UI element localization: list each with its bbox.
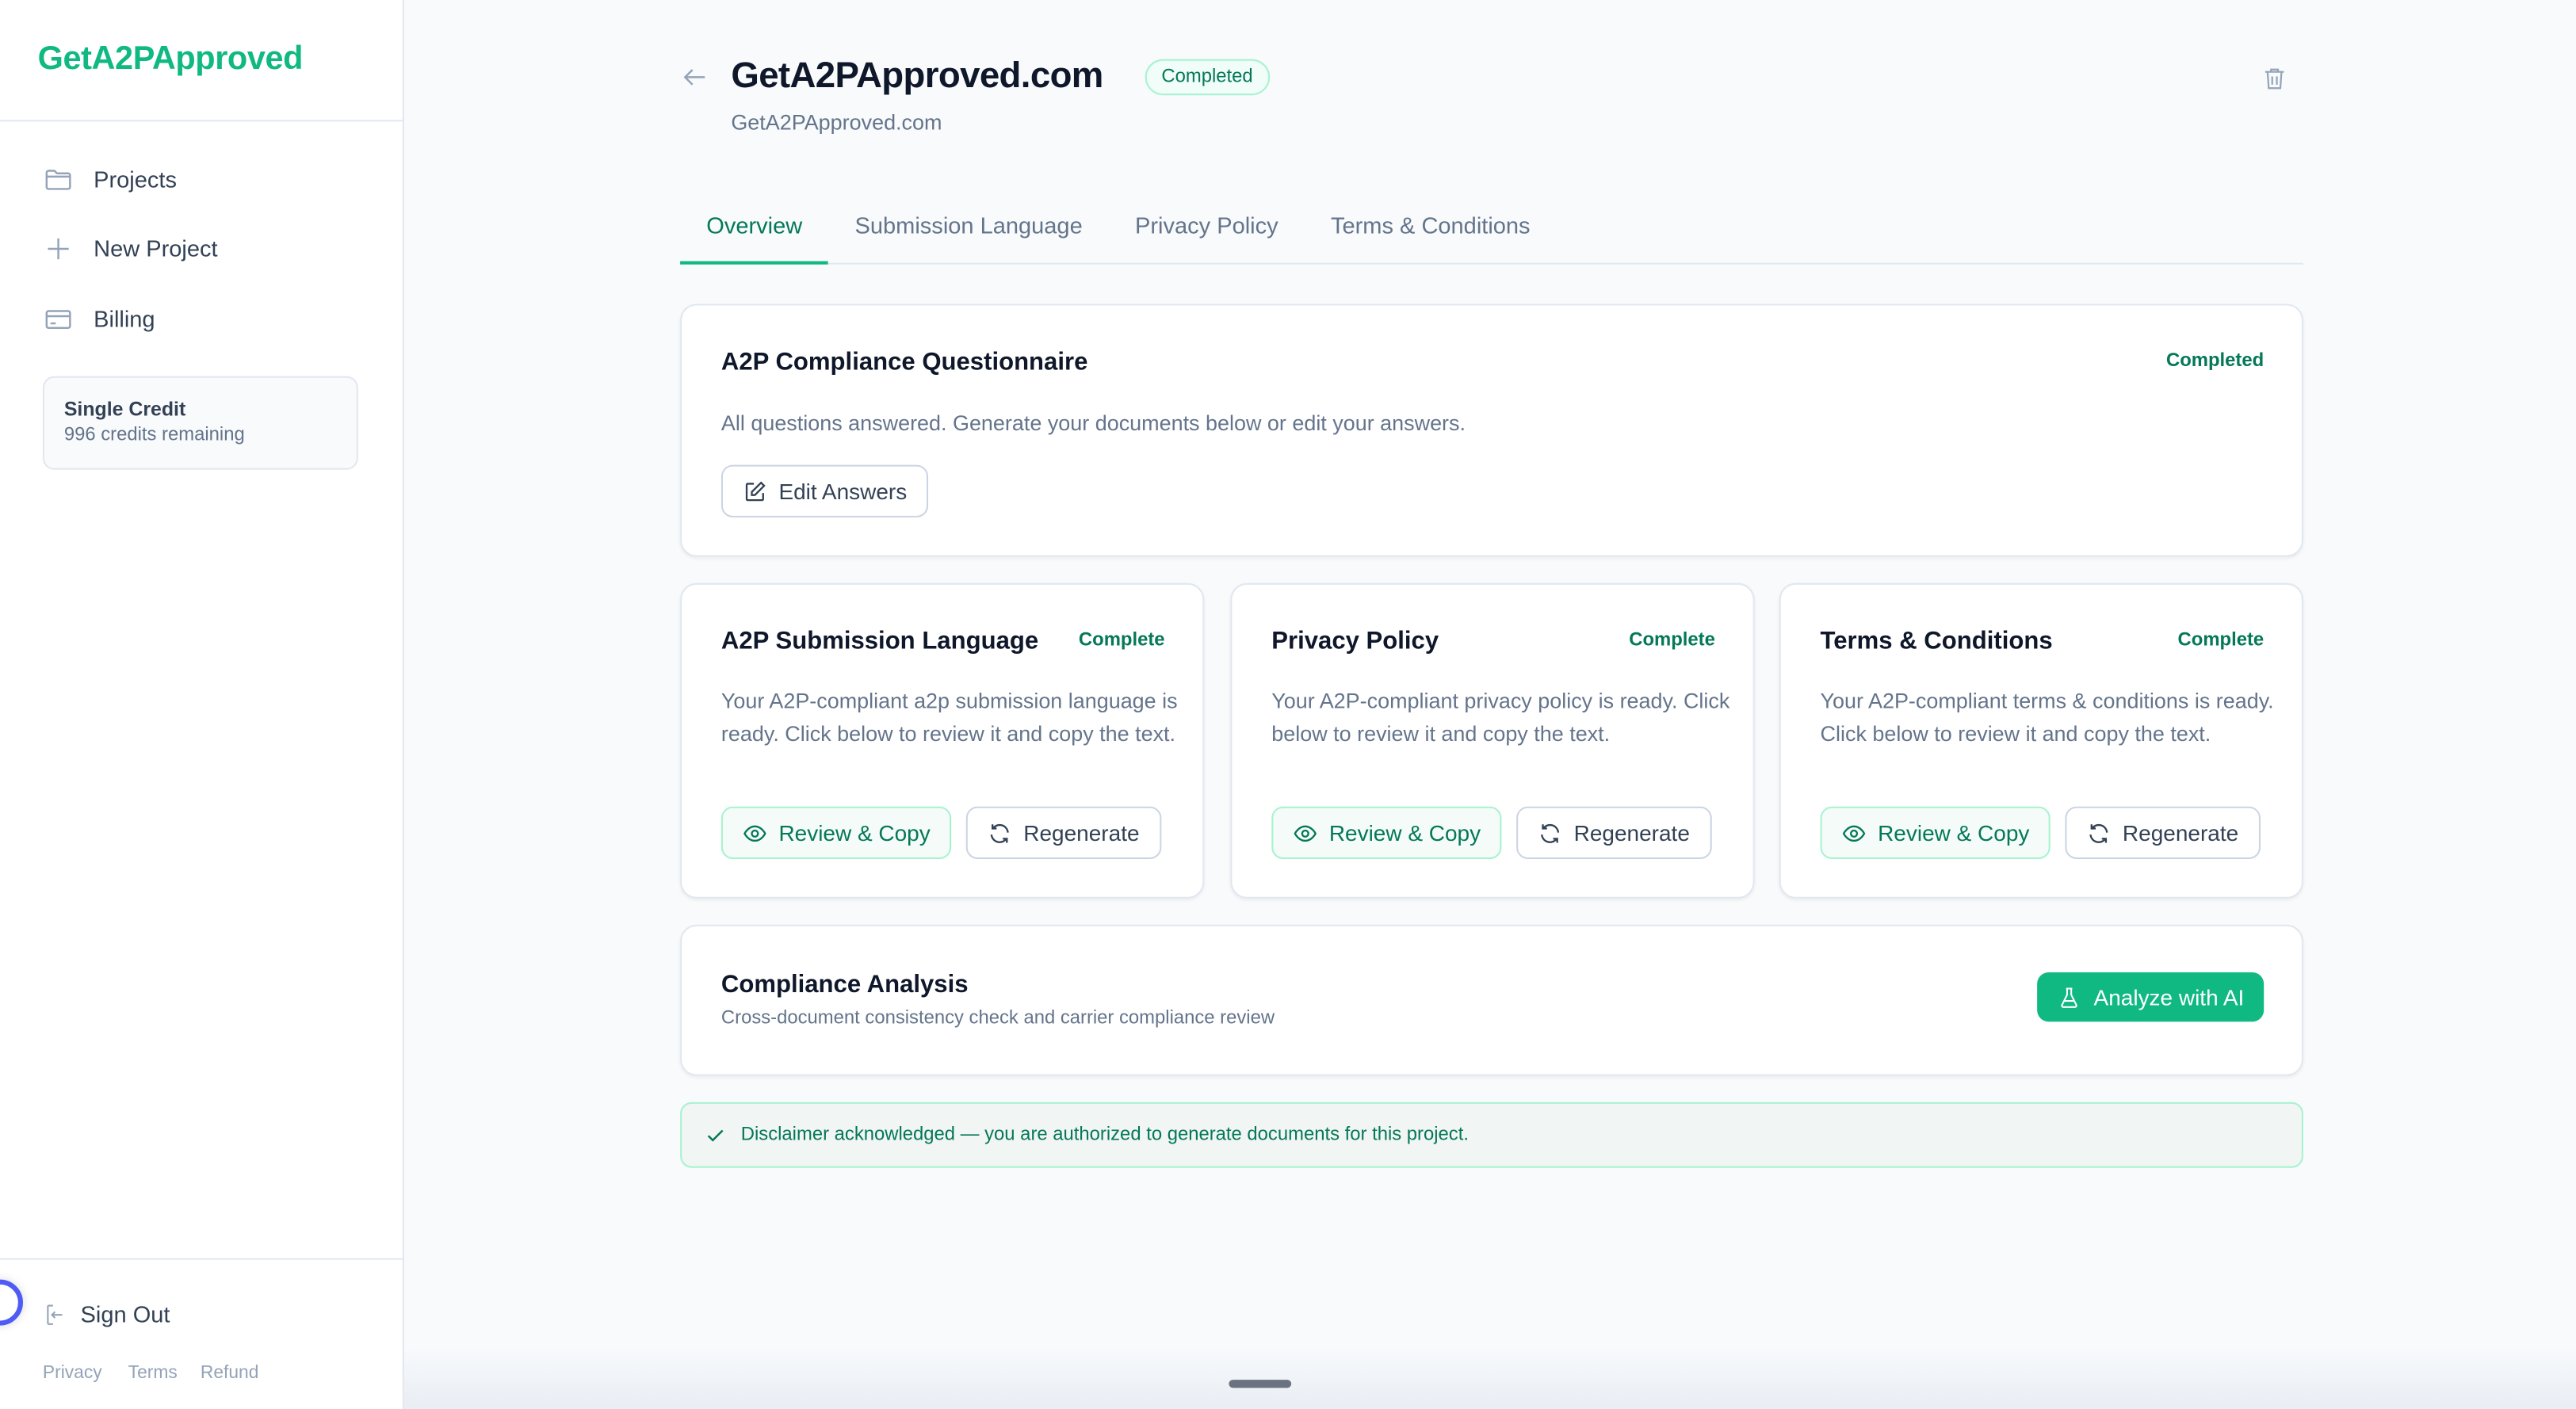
questionnaire-card: A2P Compliance Questionnaire Completed A…: [680, 304, 2303, 556]
tab-overview[interactable]: Overview: [680, 200, 828, 265]
sidebar-item-label: Billing: [94, 306, 155, 332]
regenerate-button[interactable]: Regenerate: [2065, 807, 2260, 859]
disclaimer-banner: Disclaimer acknowledged — you are author…: [680, 1102, 2303, 1168]
refresh-icon: [1538, 820, 1562, 845]
refresh-icon: [2086, 820, 2111, 845]
card-status: Complete: [1629, 631, 1715, 651]
document-card: Privacy Policy Complete Your A2P-complia…: [1230, 583, 1754, 899]
drag-handle[interactable]: [1229, 1380, 1291, 1388]
review-copy-button[interactable]: Review & Copy: [1271, 807, 1502, 859]
credits-remaining: 996 credits remaining: [64, 426, 357, 445]
regenerate-button[interactable]: Regenerate: [1516, 807, 1711, 859]
tab-submission-language[interactable]: Submission Language: [828, 200, 1108, 263]
button-label: Edit Answers: [778, 479, 907, 503]
edit-answers-button[interactable]: Edit Answers: [721, 465, 928, 517]
eye-icon: [1841, 820, 1866, 845]
button-label: Regenerate: [2123, 820, 2238, 845]
card-status: Complete: [1079, 631, 1165, 651]
document-card: Terms & Conditions Complete Your A2P-com…: [1779, 583, 2303, 899]
brand-logo[interactable]: GetA2PApproved: [38, 41, 303, 79]
refresh-icon: [988, 820, 1012, 845]
bottom-fade: [404, 1347, 2576, 1409]
flask-icon: [2058, 985, 2082, 1010]
analyze-with-ai-button[interactable]: Analyze with AI: [2038, 972, 2264, 1021]
credit-balance-card: Single Credit 996 credits remaining: [43, 376, 358, 470]
trash-icon[interactable]: [2261, 64, 2288, 94]
button-label: Regenerate: [1574, 820, 1690, 845]
tab-privacy-policy[interactable]: Privacy Policy: [1109, 200, 1305, 263]
tab-terms-conditions[interactable]: Terms & Conditions: [1305, 200, 1557, 263]
card-status: Complete: [2178, 631, 2265, 651]
compliance-analysis-card: Compliance Analysis Cross-document consi…: [680, 925, 2303, 1076]
sign-out-button[interactable]: Sign Out: [43, 1289, 355, 1338]
sidebar-item-label: Projects: [94, 166, 177, 192]
sidebar-item-new-project[interactable]: New Project: [43, 223, 355, 273]
button-label: Review & Copy: [1878, 820, 2029, 845]
footer-link-privacy[interactable]: Privacy: [43, 1363, 102, 1383]
document-card: A2P Submission Language Complete Your A2…: [680, 583, 1204, 899]
card-text: Your A2P-compliant terms & conditions is…: [1821, 685, 2280, 749]
footer-link-terms[interactable]: Terms: [128, 1363, 178, 1383]
check-icon: [705, 1125, 726, 1146]
edit-icon: [743, 479, 767, 503]
footer-link-refund[interactable]: Refund: [201, 1363, 259, 1383]
credit-card-icon: [43, 303, 74, 334]
card-text: Cross-document consistency check and car…: [721, 1009, 1275, 1029]
sign-out-label: Sign Out: [81, 1301, 170, 1327]
card-status: Completed: [2166, 352, 2264, 372]
sidebar-item-label: New Project: [94, 235, 217, 261]
eye-icon: [743, 820, 767, 845]
disclaimer-text: Disclaimer acknowledged — you are author…: [741, 1125, 1469, 1145]
sign-out-icon: [43, 1302, 67, 1327]
sidebar-item-billing[interactable]: Billing: [43, 294, 355, 343]
folder-icon: [43, 163, 74, 194]
divider: [0, 120, 403, 121]
sidebar-item-projects[interactable]: Projects: [43, 155, 355, 204]
review-copy-button[interactable]: Review & Copy: [721, 807, 952, 859]
card-title: Terms & Conditions: [1821, 628, 2053, 655]
button-label: Review & Copy: [1329, 820, 1481, 845]
eye-icon: [1293, 820, 1317, 845]
card-text: Your A2P-compliant privacy policy is rea…: [1271, 685, 1731, 749]
card-text: All questions answered. Generate your do…: [721, 407, 1466, 439]
card-title: A2P Submission Language: [721, 628, 1038, 655]
card-text: Your A2P-compliant a2p submission langua…: [721, 685, 1181, 749]
back-arrow-icon[interactable]: [680, 63, 709, 92]
review-copy-button[interactable]: Review & Copy: [1821, 807, 2051, 859]
button-label: Review & Copy: [778, 820, 930, 845]
card-title: Compliance Analysis: [721, 971, 969, 999]
sidebar: GetA2PApproved Projects New Project Bill…: [0, 0, 404, 1409]
page-title: GetA2PApproved.com: [731, 54, 1103, 97]
card-title: Privacy Policy: [1271, 628, 1439, 655]
divider: [0, 1258, 403, 1260]
tab-bar: Overview Submission Language Privacy Pol…: [680, 200, 2303, 265]
button-label: Regenerate: [1023, 820, 1139, 845]
plus-icon: [43, 232, 74, 263]
regenerate-button[interactable]: Regenerate: [966, 807, 1161, 859]
credit-plan: Single Credit: [64, 398, 357, 421]
card-title: A2P Compliance Questionnaire: [721, 348, 1087, 376]
button-label: Analyze with AI: [2094, 985, 2245, 1010]
page-subtitle: GetA2PApproved.com: [731, 110, 942, 135]
status-badge: Completed: [1145, 59, 1270, 96]
